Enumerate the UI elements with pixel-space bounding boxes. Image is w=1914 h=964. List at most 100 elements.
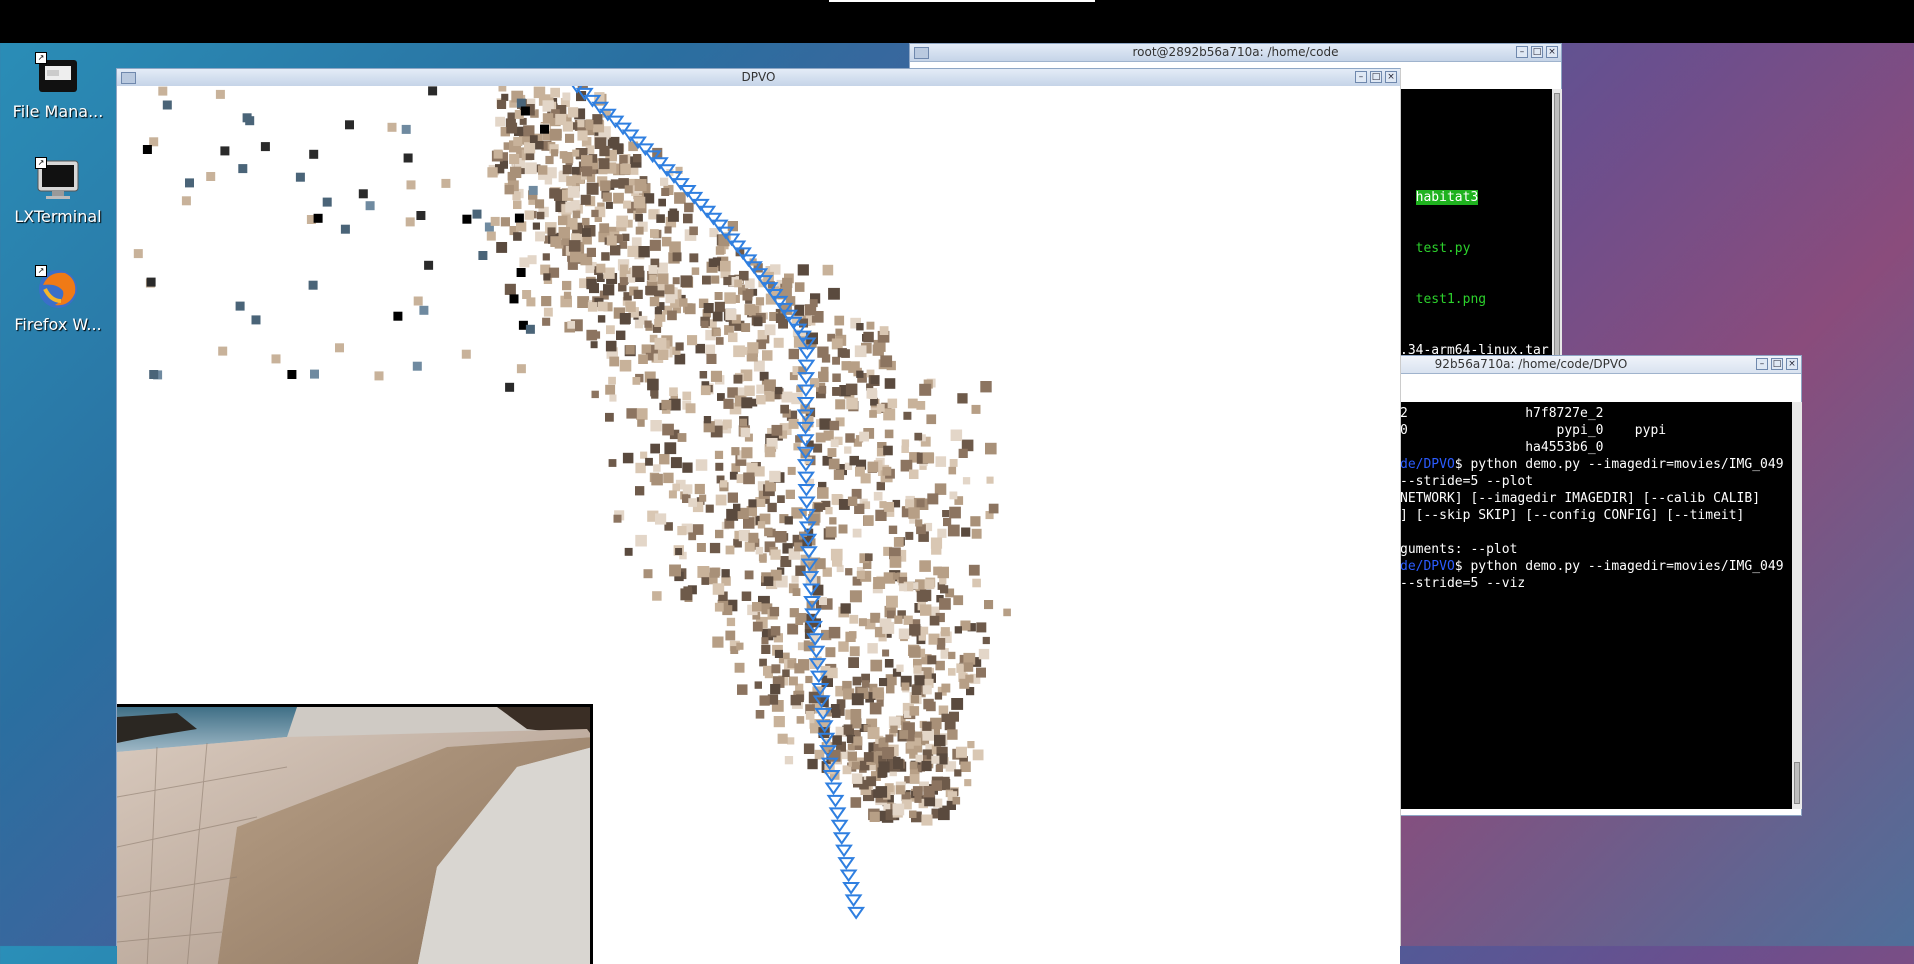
cloud-point xyxy=(600,180,611,191)
cloud-point xyxy=(723,276,732,286)
panel-task-indicator[interactable] xyxy=(829,0,1095,2)
terminal-line: 0 pypi_0 pypi xyxy=(1400,422,1792,439)
terminal-line: 2 h7f8727e_2 xyxy=(1400,405,1792,422)
cloud-point xyxy=(636,408,648,420)
dpvo-window[interactable]: DPVO – □ × xyxy=(116,68,1401,964)
close-button[interactable]: × xyxy=(1786,358,1798,370)
cloud-point xyxy=(867,727,880,739)
cloud-point xyxy=(764,379,776,392)
prompt-path: de/DPVO xyxy=(1400,457,1455,472)
cloud-point xyxy=(657,273,669,285)
cloud-point xyxy=(700,385,711,396)
cloud-point xyxy=(756,394,766,405)
close-button[interactable]: × xyxy=(1385,71,1397,83)
terminal-1-titlebar[interactable]: root@2892b56a710a: /home/code – □ × xyxy=(910,44,1561,62)
desktop-icon-lxterminal[interactable]: ↗ LXTerminal xyxy=(0,157,116,226)
cloud-point xyxy=(387,122,397,132)
cloud-point xyxy=(929,615,940,626)
cloud-point xyxy=(712,311,723,322)
cloud-point xyxy=(609,394,617,402)
minimize-button[interactable]: – xyxy=(1756,358,1768,370)
cloud-point xyxy=(869,811,880,822)
cloud-point xyxy=(664,442,677,455)
cloud-point xyxy=(631,237,642,247)
cloud-point xyxy=(763,576,774,586)
firefox-icon: ↗ xyxy=(35,265,81,311)
cloud-point xyxy=(519,117,527,125)
cloud-point xyxy=(971,404,981,414)
terminal-line: NETWORK] [--imagedir IMAGEDIR] [--calib … xyxy=(1400,490,1792,507)
cloud-point xyxy=(968,564,980,576)
cloud-point xyxy=(754,681,762,689)
cloud-point xyxy=(655,513,667,525)
dpvo-titlebar[interactable]: DPVO – □ × xyxy=(117,69,1400,87)
terminal-1-scrollbar[interactable] xyxy=(1552,89,1562,365)
cloud-point xyxy=(650,420,662,432)
cloud-point xyxy=(501,93,509,101)
window-title: 92b56a710a: /home/code/DPVO xyxy=(1434,357,1628,371)
terminal-1-output[interactable]: habitat3 test.py test1.png .34-arm64-lin… xyxy=(1400,89,1552,365)
cloud-point xyxy=(903,615,913,625)
cloud-point xyxy=(520,106,530,116)
minimize-button[interactable]: – xyxy=(1355,71,1367,83)
cloud-point xyxy=(622,233,630,241)
cloud-point xyxy=(1003,608,1011,617)
cloud-point xyxy=(934,483,947,495)
close-button[interactable]: × xyxy=(1546,46,1558,58)
camera-pose-marker xyxy=(842,881,860,895)
scrollbar-thumb[interactable] xyxy=(1554,93,1560,361)
cloud-point xyxy=(862,680,870,688)
maximize-button[interactable]: □ xyxy=(1771,358,1783,370)
cloud-point xyxy=(744,385,755,396)
cloud-point xyxy=(594,137,607,149)
cloud-point xyxy=(865,553,873,561)
cloud-point xyxy=(837,348,847,358)
desktop-icon-firefox[interactable]: ↗ Firefox W... xyxy=(0,265,116,334)
cloud-point xyxy=(499,160,508,169)
cloud-point xyxy=(920,604,932,616)
minimize-button[interactable]: – xyxy=(1516,46,1528,58)
cloud-point xyxy=(516,221,527,232)
terminal-line: de/DPVO$ python demo.py --imagedir=movie… xyxy=(1400,456,1792,473)
cloud-point xyxy=(788,418,799,429)
point-cloud-viewport[interactable] xyxy=(117,86,1400,964)
cloud-point xyxy=(965,674,974,683)
cloud-point xyxy=(592,114,603,125)
cloud-point xyxy=(365,201,375,211)
cloud-point xyxy=(591,209,599,218)
cloud-point xyxy=(602,192,612,202)
cloud-point xyxy=(849,455,859,466)
cloud-point xyxy=(680,275,693,288)
cloud-point xyxy=(915,519,923,527)
terminal-line: test.py xyxy=(1415,241,1471,256)
cloud-point xyxy=(909,646,921,658)
desktop-icon-file-manager[interactable]: ↗ File Mana... xyxy=(0,52,116,121)
cloud-point xyxy=(840,603,851,614)
terminal-2-output[interactable]: 2 h7f8727e_2 0 pypi_0 pypi ha4553b6_0 de/D… xyxy=(1400,402,1792,809)
cloud-point xyxy=(677,526,687,536)
cloud-point xyxy=(536,211,545,220)
cloud-point xyxy=(663,472,674,484)
cloud-point xyxy=(898,628,910,640)
maximize-button[interactable]: □ xyxy=(1531,46,1543,58)
cloud-point xyxy=(798,659,810,671)
cloud-point xyxy=(845,568,853,576)
cloud-point xyxy=(577,296,590,308)
window-menu-icon[interactable] xyxy=(914,47,929,59)
cloud-point xyxy=(882,466,892,476)
cloud-point xyxy=(777,495,785,503)
scrollbar-thumb[interactable] xyxy=(1794,762,1800,804)
cloud-point xyxy=(937,566,949,579)
cloud-point xyxy=(335,343,344,353)
cloud-point xyxy=(970,516,981,527)
cloud-point xyxy=(879,678,888,687)
cloud-point xyxy=(664,284,675,295)
cloud-point xyxy=(403,153,413,163)
cloud-point xyxy=(938,705,949,715)
maximize-button[interactable]: □ xyxy=(1370,71,1382,83)
cloud-point xyxy=(542,253,550,261)
terminal-2-scrollbar[interactable] xyxy=(1792,402,1802,809)
cloud-point xyxy=(733,374,743,384)
window-menu-icon[interactable] xyxy=(121,72,136,84)
camera-pose-marker xyxy=(844,894,863,908)
